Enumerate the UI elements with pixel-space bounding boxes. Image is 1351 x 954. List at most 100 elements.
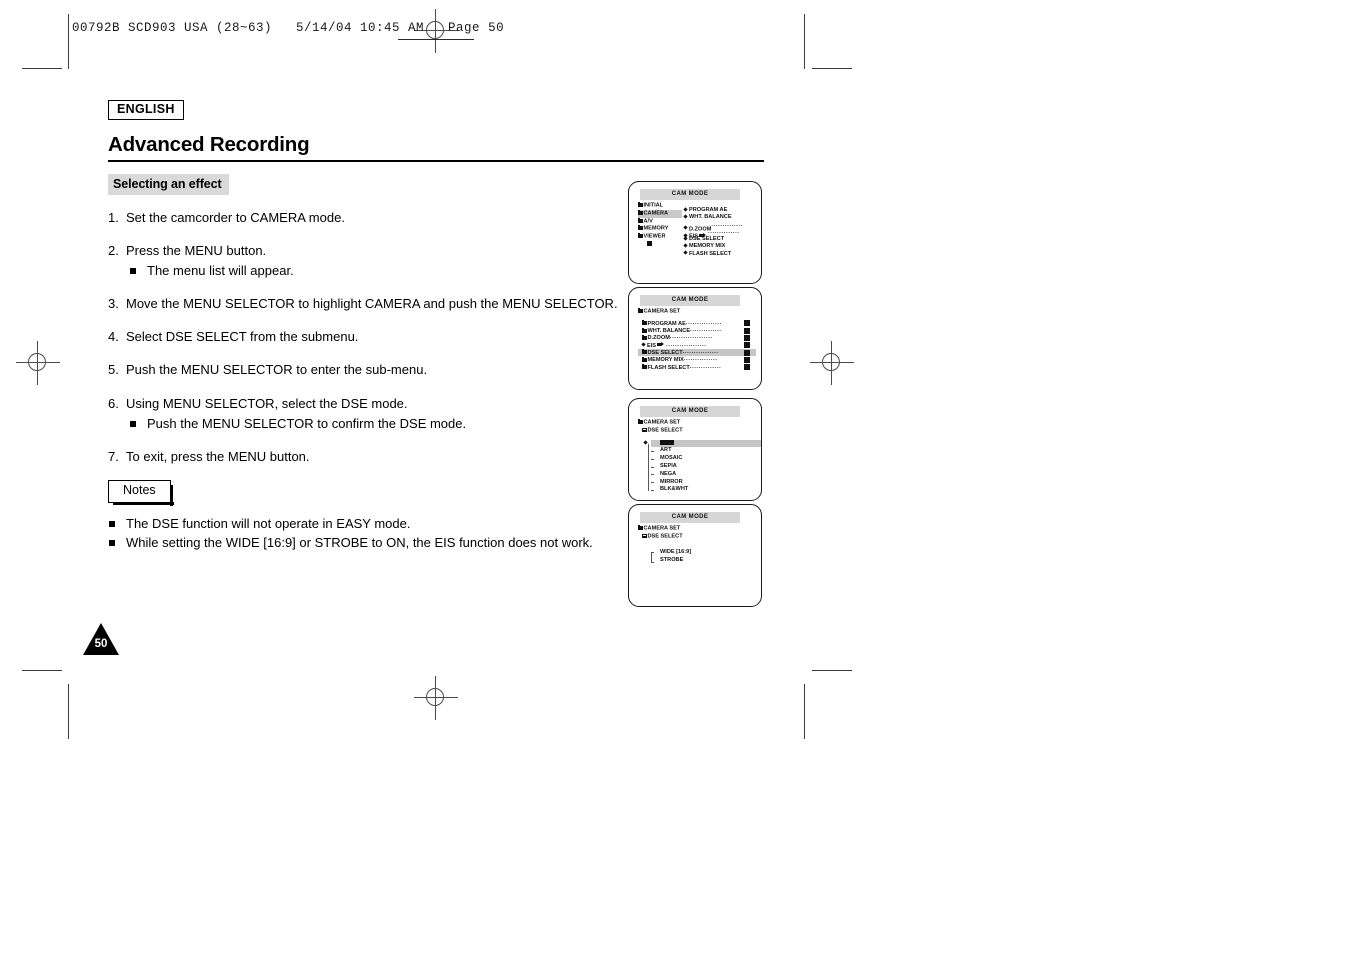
submenu-item-flash-select[interactable]: FLASH SELECT <box>683 250 761 258</box>
submenu-item-label: DSE SELECT <box>689 236 725 243</box>
crop-mark-bottom-left-horizontal <box>22 670 62 671</box>
menu-item-viewer[interactable]: VIEWER <box>638 233 682 241</box>
lcd-body-1: INITIAL CAMERA A/V MEMORY VIEWER PROGRAM AE W… <box>638 202 756 279</box>
dotted-leader: ............... <box>683 356 718 363</box>
menu-item-a-v[interactable]: A/V <box>638 217 682 226</box>
dse-select-label: DSE SELECT <box>647 427 683 434</box>
menu-item-camera[interactable]: CAMERA <box>638 209 682 218</box>
print-header-rule <box>398 39 474 40</box>
submenu-item-eis[interactable]: EIS.............. <box>683 229 761 239</box>
menu-item-initial[interactable]: INITIAL <box>638 202 682 210</box>
camera-set-label: CAMERA SET <box>643 525 681 532</box>
lcd-body-4: CAMERA SET DSE SELECT WIDE [16:9] STROBE <box>638 525 756 602</box>
cam-mode-header: CAM MODE <box>640 512 740 523</box>
camera-set-item-memory-mix[interactable]: MEMORY MIX ............... <box>638 356 756 363</box>
diamond-bullet-icon <box>683 250 688 255</box>
folder-icon <box>642 320 647 326</box>
dse-option-nega[interactable]: NEGA <box>651 471 756 479</box>
step-text: Move the MENU SELECTOR to highlight CAME… <box>126 296 618 312</box>
dotted-leader: ................... <box>669 334 713 341</box>
dse-option-mosaic[interactable]: MOSAIC <box>651 455 756 463</box>
diamond-bullet-icon <box>683 214 688 219</box>
folder-icon <box>642 356 647 362</box>
dse-extra-option-wide-16-9-[interactable]: WIDE [16:9] <box>651 548 756 557</box>
step-text: Using MENU SELECTOR, select the DSE mode… <box>126 395 408 411</box>
submenu-item-label: MEMORY MIX <box>689 243 726 250</box>
crop-mark-top-left-horizontal <box>22 68 62 69</box>
camera-set-item-flash-select[interactable]: FLASH SELECT .............. <box>638 364 756 371</box>
dse-option-blk-wht[interactable]: BLK&WHT <box>651 486 756 494</box>
value-indicator-square <box>744 327 750 334</box>
folder-icon <box>642 327 647 333</box>
dse-option-selected[interactable] <box>643 439 761 448</box>
submenu-item-memory-mix[interactable]: MEMORY MIX <box>683 243 761 250</box>
value-indicator-square <box>744 364 750 371</box>
menu-item-label: INITIAL <box>643 202 664 209</box>
dotted-leader: .............. <box>690 327 722 334</box>
camera-set-label: CAMERA SET <box>643 308 681 315</box>
dotted-leader: .................. <box>666 341 707 348</box>
lcd-screen-menu-list: CAM MODE INITIAL CAMERA A/V MEMORY VIEWER PR… <box>628 181 762 284</box>
folder-icon <box>638 308 643 313</box>
camera-set-item-wht-balance[interactable]: WHT. BALANCE .............. <box>638 327 756 334</box>
step-sub-text: Push the MENU SELECTOR to confirm the DS… <box>147 415 467 431</box>
camera-set-item-program-ae[interactable]: PROGRAM AE ................ <box>638 320 756 327</box>
submenu-item-dse-select[interactable]: DSE SELECT <box>683 236 761 243</box>
camera-set-item-label: PROGRAM AE <box>647 320 686 327</box>
camera-set-item-label: MEMORY MIX <box>647 357 684 364</box>
camera-set-item-label: D.ZOOM <box>647 335 670 342</box>
camera-set-item-d-zoom[interactable]: D.ZOOM ................... <box>638 334 756 341</box>
cursor-arrow-icon <box>657 342 665 347</box>
step-number: 4. <box>108 329 119 345</box>
dse-extra-option-label: WIDE [16:9] <box>660 548 692 555</box>
open-folder-icon <box>642 427 647 432</box>
page-title: Advanced Recording <box>108 132 310 156</box>
dse-option-art[interactable]: ART <box>651 447 756 455</box>
step-number: 5. <box>108 362 119 378</box>
page-number-badge: 50 <box>83 623 119 655</box>
value-indicator-square <box>744 335 750 342</box>
camera-set-item-dse-select[interactable]: DSE SELECT ................ <box>638 348 756 357</box>
dse-select-label: DSE SELECT <box>647 533 683 540</box>
dse-select-title: DSE SELECT <box>638 427 756 435</box>
lcd-body-2: CAMERA SET PROGRAM AE ................ WH… <box>638 308 756 385</box>
folder-icon <box>638 225 643 231</box>
bullet-square-icon <box>130 420 136 427</box>
note-text: While setting the WIDE [16:9] or STROBE … <box>126 534 593 550</box>
step-number: 6. <box>108 395 119 411</box>
folder-icon <box>638 419 643 424</box>
dse-select-title: DSE SELECT <box>638 533 756 541</box>
diamond-bullet-icon <box>683 243 688 248</box>
submenu-item-wht-balance[interactable]: WHT. BALANCE <box>683 214 761 221</box>
camera-set-item-eis[interactable]: EIS .................. <box>638 342 756 349</box>
menu-item-label: CAMERA <box>643 210 669 217</box>
notes-badge: Notes <box>108 480 174 506</box>
diamond-bullet-icon <box>641 342 646 347</box>
camera-set-item-label: EIS <box>647 342 657 349</box>
step-number: 2. <box>108 242 119 258</box>
menu-item-memory[interactable]: MEMORY <box>638 225 682 233</box>
submenu-item-label: FLASH SELECT <box>689 250 732 257</box>
lcd-body-3: CAMERA SET DSE SELECT ART MOSAIC SEPIA NEGA… <box>638 419 761 496</box>
folder-icon <box>638 209 643 215</box>
submenu-column: PROGRAM AE WHT. BALANCE D.ZOOM............… <box>683 206 761 258</box>
menu-item-label: A/V <box>643 218 653 225</box>
value-indicator-square <box>744 342 750 349</box>
step-number: 3. <box>108 296 119 312</box>
dse-option-label: BLK&WHT <box>660 486 689 493</box>
submenu-item-d-zoom[interactable]: D.ZOOM.............. <box>683 222 761 232</box>
camera-set-item-label: FLASH SELECT <box>647 364 690 371</box>
crop-mark-bottom-right-vertical <box>804 684 805 739</box>
crop-mark-top-right-horizontal <box>812 68 852 69</box>
dse-extra-option-strobe[interactable]: STROBE <box>655 557 756 565</box>
dse-option-mirror[interactable]: MIRROR <box>651 479 756 487</box>
step-number: 7. <box>108 448 119 464</box>
folder-icon <box>642 334 647 340</box>
dotted-leader: ................ <box>685 319 722 326</box>
submenu-item-program-ae[interactable]: PROGRAM AE <box>683 206 761 214</box>
folder-icon <box>638 233 643 239</box>
folder-icon <box>638 202 643 207</box>
dse-option-sepia[interactable]: SEPIA <box>651 463 756 471</box>
lcd-screen-dse-select-options: CAM MODE CAMERA SET DSE SELECT ART MOSAIC… <box>628 398 762 501</box>
folder-icon <box>642 349 647 355</box>
